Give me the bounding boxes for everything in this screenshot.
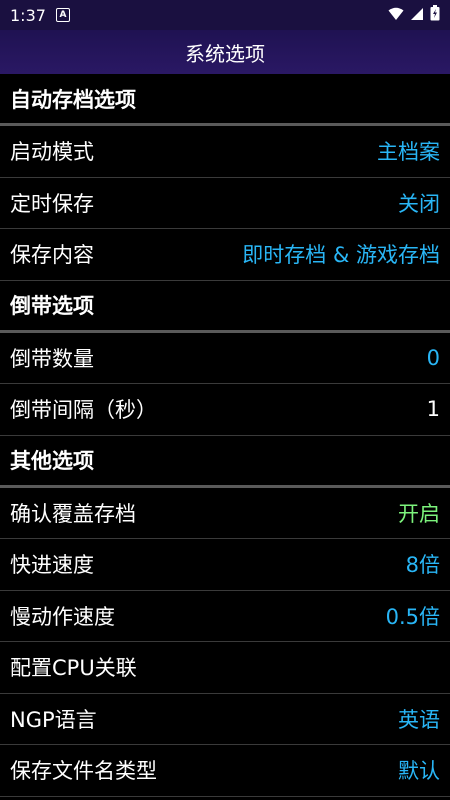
settings-list: 自动存档选项 启动模式 主档案 定时保存 关闭 保存内容 即时存档 & 游戏存档…: [0, 74, 450, 797]
setting-value: 0.5倍: [385, 604, 440, 629]
status-time: 1:37: [10, 5, 46, 25]
section-header-autosave: 自动存档选项: [0, 74, 450, 126]
setting-value: 关闭: [398, 191, 440, 216]
setting-cpu-affinity[interactable]: 配置CPU关联: [0, 642, 450, 694]
setting-label: 配置CPU关联: [10, 656, 137, 681]
notification-icon: A: [55, 8, 70, 22]
setting-rewind-interval[interactable]: 倒带间隔（秒） 1: [0, 384, 450, 436]
setting-rewind-count[interactable]: 倒带数量 0: [0, 333, 450, 384]
status-bar: 1:37 A: [0, 0, 450, 30]
setting-label: 倒带间隔（秒）: [10, 398, 157, 423]
setting-label: 保存文件名类型: [10, 759, 157, 784]
setting-fast-forward-speed[interactable]: 快进速度 8倍: [0, 539, 450, 591]
signal-icon: [410, 6, 424, 25]
setting-value: 即时存档 & 游戏存档: [242, 243, 440, 268]
setting-label: 启动模式: [10, 140, 94, 165]
setting-value: 开启: [398, 501, 440, 526]
setting-label: NGP语言: [10, 707, 97, 732]
setting-save-content[interactable]: 保存内容 即时存档 & 游戏存档: [0, 229, 450, 281]
section-header-rewind: 倒带选项: [0, 281, 450, 333]
setting-label: 倒带数量: [10, 346, 94, 371]
setting-ngp-language[interactable]: NGP语言 英语: [0, 694, 450, 745]
setting-value: 英语: [398, 707, 440, 732]
setting-value: 主档案: [377, 140, 440, 165]
setting-value: 8倍: [405, 553, 440, 578]
setting-label: 确认覆盖存档: [10, 501, 136, 526]
battery-icon: [430, 5, 440, 25]
setting-save-filename-type[interactable]: 保存文件名类型 默认: [0, 745, 450, 797]
setting-timed-save[interactable]: 定时保存 关闭: [0, 178, 450, 229]
setting-label: 慢动作速度: [10, 604, 115, 629]
setting-value: 默认: [398, 759, 440, 784]
setting-label: 定时保存: [10, 191, 94, 216]
setting-slow-motion-speed[interactable]: 慢动作速度 0.5倍: [0, 591, 450, 642]
app-bar: 系统选项: [0, 30, 450, 74]
setting-label: 快进速度: [10, 553, 94, 578]
setting-confirm-overwrite[interactable]: 确认覆盖存档 开启: [0, 488, 450, 539]
page-title: 系统选项: [185, 41, 265, 66]
section-header-other: 其他选项: [0, 436, 450, 488]
setting-startup-mode[interactable]: 启动模式 主档案: [0, 126, 450, 178]
setting-label: 保存内容: [10, 243, 94, 268]
wifi-icon: [388, 6, 404, 25]
setting-value: 1: [426, 397, 440, 422]
setting-value: 0: [426, 345, 440, 370]
